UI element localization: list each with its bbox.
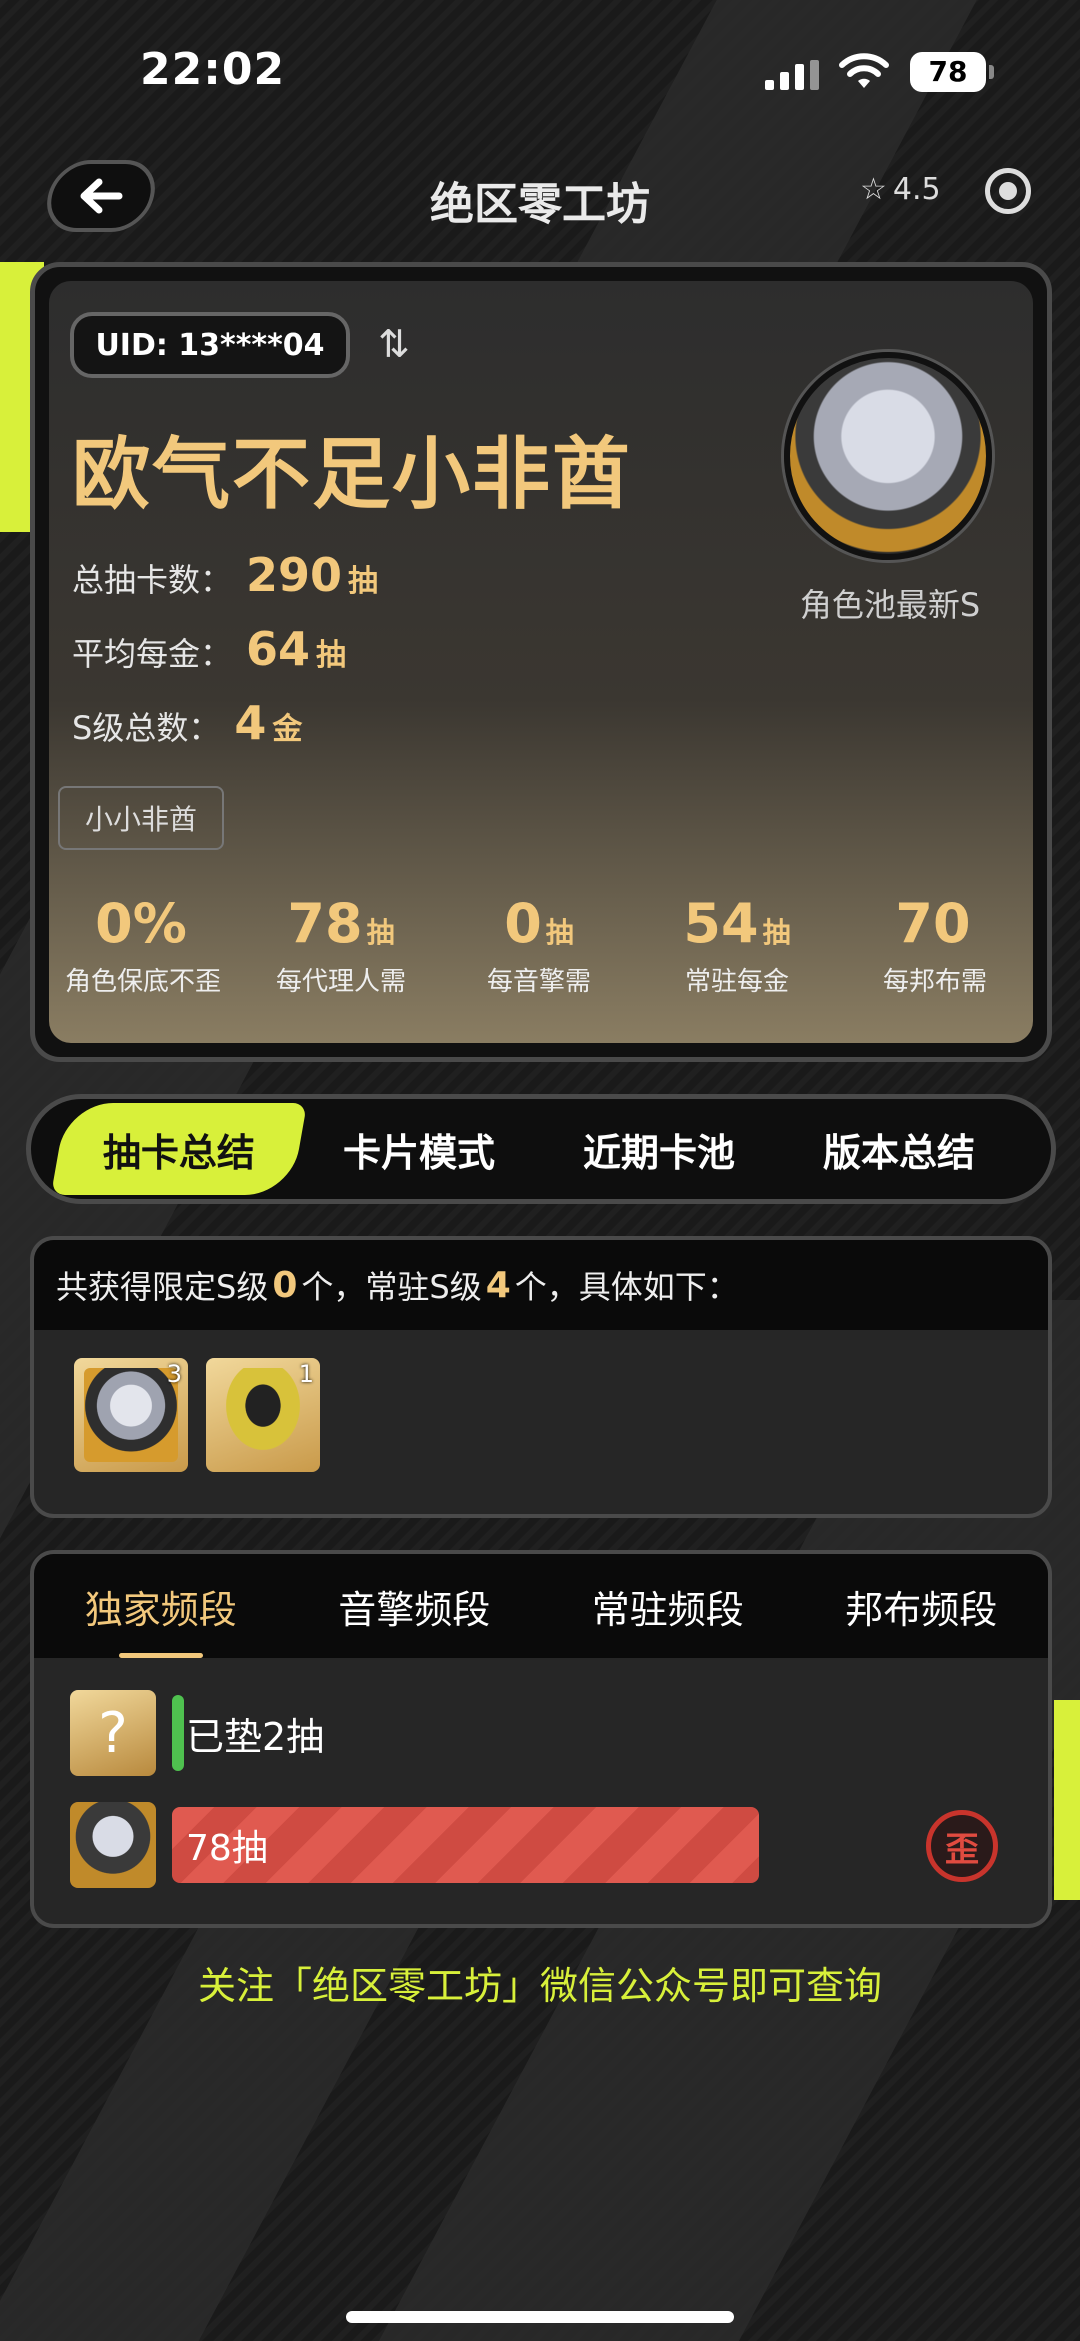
tab-label: 抽卡总结 <box>102 1130 255 1175</box>
metric-value: 70 <box>895 892 971 955</box>
stat-value: 290 <box>246 548 343 602</box>
avatar-caption: 角色池最新S <box>799 586 981 624</box>
banner-bands-panel: 独家频段 音擎频段 常驻频段 邦布频段 ? 已垫2抽 78抽 歪 <box>30 1550 1052 1928</box>
metric-item: 54 抽 常驻每金 <box>638 892 836 998</box>
metrics-row: 0% 角色保底不歪 78 抽 每代理人需 0抽 每音擎需 54 抽 常驻每金 70 … <box>44 892 1034 998</box>
stat-label: 平均每金： <box>72 635 233 673</box>
stat-value: 64 <box>246 622 311 676</box>
mode-tabs: 抽卡总结 卡片模式 近期卡池 版本总结 <box>26 1094 1056 1204</box>
metric-label: 常驻每金 <box>684 967 789 997</box>
pity-bar <box>172 1695 184 1771</box>
luck-tag: 小小非酋 <box>58 786 224 850</box>
metric-value: 78 <box>287 892 363 955</box>
band-tab-standard[interactable]: 常驻频段 <box>541 1554 795 1658</box>
stat-average-per-gold: 平均每金： 64 抽 <box>72 622 346 676</box>
summary-prefix: 共获得限定S级 <box>56 1268 269 1306</box>
pity-row: ? 已垫2抽 <box>70 1690 324 1776</box>
metric-item: 0% 角色保底不歪 <box>44 892 242 998</box>
swap-account-icon[interactable]: ⇅ <box>378 322 410 366</box>
character-icon[interactable]: 3 <box>74 1358 188 1472</box>
metric-label: 每代理人需 <box>275 967 406 997</box>
band-tab-exclusive[interactable]: 独家频段 <box>34 1554 288 1658</box>
pull-record-row[interactable]: 78抽 <box>70 1802 759 1888</box>
stat-total-pulls: 总抽卡数： 290 抽 <box>72 548 378 602</box>
unknown-character-icon: ? <box>70 1690 156 1776</box>
tab-recent-pools[interactable]: 近期卡池 <box>539 1103 779 1195</box>
standard-count: 4 <box>485 1264 511 1306</box>
pull-progress-bar: 78抽 <box>172 1807 759 1883</box>
metric-value: 0% <box>95 892 187 955</box>
metric-label: 每邦布需 <box>882 967 987 997</box>
wifi-icon <box>839 53 889 88</box>
stat-label: S级总数： <box>72 709 221 747</box>
band-tabs: 独家频段 音擎频段 常驻频段 邦布频段 <box>34 1554 1048 1658</box>
metric-value: 0 <box>504 892 542 955</box>
status-time: 22:02 <box>140 44 286 95</box>
metric-item: 0抽 每音擎需 <box>440 892 638 998</box>
stat-value: 4 <box>234 696 267 750</box>
metric-label: 每音擎需 <box>486 967 591 997</box>
band-tab-w-engine[interactable]: 音擎频段 <box>288 1554 542 1658</box>
metric-unit: 抽 <box>545 916 574 949</box>
home-indicator <box>346 2311 734 2323</box>
tab-card-mode[interactable]: 卡片模式 <box>299 1103 539 1195</box>
stat-s-rank-total: S级总数： 4 金 <box>72 696 302 750</box>
battery-indicator: 78 <box>910 52 994 92</box>
limited-count: 0 <box>272 1264 298 1306</box>
uid-badge[interactable]: UID: 13****04 <box>70 312 350 378</box>
star-icon: ☆ <box>860 172 887 207</box>
summary-mid: 个，常驻S级 <box>301 1268 482 1306</box>
character-count: 3 <box>166 1360 182 1388</box>
rating-button[interactable]: ☆ 4.5 <box>860 172 941 207</box>
rating-value: 4.5 <box>892 172 941 207</box>
stat-unit: 抽 <box>316 638 347 673</box>
off-banner-stamp-icon: 歪 <box>926 1810 998 1882</box>
band-tab-bangboo[interactable]: 邦布频段 <box>795 1554 1049 1658</box>
bangboo-icon[interactable]: 1 <box>206 1358 320 1472</box>
metric-item: 78 抽 每代理人需 <box>242 892 440 998</box>
tab-version-summary[interactable]: 版本总结 <box>779 1103 1019 1195</box>
footer-notice: 关注「绝区零工坊」微信公众号即可查询 <box>197 1964 882 2008</box>
metric-unit: 抽 <box>366 916 395 949</box>
pull-label: 78抽 <box>186 1828 268 1869</box>
close-mini-program-icon[interactable] <box>985 168 1031 214</box>
character-count: 1 <box>298 1360 314 1388</box>
metric-item: 70 每邦布需 <box>836 892 1034 998</box>
character-thumb <box>70 1802 156 1888</box>
stat-label: 总抽卡数： <box>72 561 233 599</box>
metric-value: 54 <box>683 892 759 955</box>
summary-heading: 共获得限定S级 0 个，常驻S级 4 个，具体如下： <box>34 1240 1048 1330</box>
metric-unit: 抽 <box>762 916 791 949</box>
status-bar: 22:02 78 <box>0 0 1080 150</box>
stat-unit: 金 <box>272 712 303 747</box>
stat-unit: 抽 <box>348 564 379 599</box>
pity-text: 已垫2抽 <box>186 1714 325 1759</box>
latest-s-character-avatar[interactable] <box>784 352 992 560</box>
tab-gacha-summary[interactable]: 抽卡总结 <box>50 1103 308 1195</box>
player-title: 欧气不足小非酋 <box>72 430 633 520</box>
summary-suffix: 个，具体如下： <box>514 1268 739 1306</box>
signal-icon <box>765 60 819 90</box>
s-rank-summary-panel: 共获得限定S级 0 个，常驻S级 4 个，具体如下： 3 1 <box>30 1236 1052 1518</box>
metric-label: 角色保底不歪 <box>64 967 221 997</box>
